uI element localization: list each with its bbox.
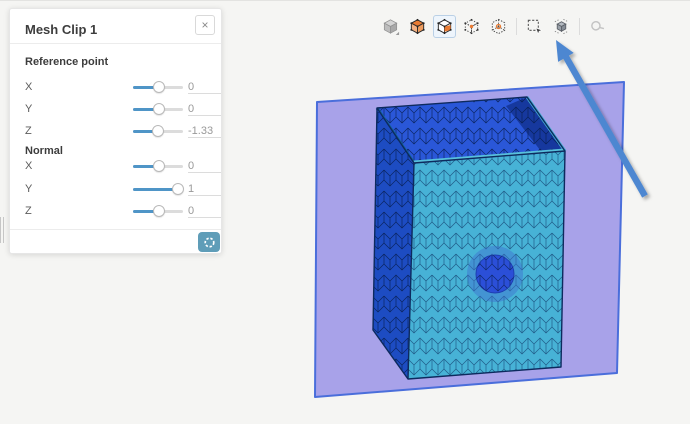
axis-label: Z [25,205,32,217]
row-refpoint-y: Y 0 [10,101,221,117]
divider [10,43,221,44]
axis-label: X [25,160,33,172]
row-normal-z: Z 0 [10,203,221,219]
axis-label: Y [25,103,33,115]
panel-edge-grip[interactable] [0,217,4,243]
close-icon[interactable]: × [195,15,215,35]
axis-label: Y [25,183,33,195]
panel-title: Mesh Clip 1 [25,22,98,37]
row-normal-x: X 0 [10,158,221,174]
mesh-box-front-face [408,151,565,379]
mesh-wireframe-icon[interactable] [433,15,456,38]
slider-handle[interactable] [152,125,164,137]
slider-handle[interactable] [153,160,165,172]
section-label-reference-point: Reference point [25,56,109,68]
update-clip-button[interactable] [198,232,220,252]
row-normal-y: Y 1 [10,181,221,197]
slider-handle[interactable] [153,205,165,217]
solid-view-icon[interactable] [379,15,402,38]
mesh-clip-panel: Mesh Clip 1 × Reference point X 0 Y 0 Z … [9,8,222,254]
row-refpoint-x: X 0 [10,79,221,95]
view-toolbar [379,15,609,38]
slider-handle[interactable] [153,81,165,93]
refpoint-y-slider[interactable] [133,101,183,117]
mesh-element-icon[interactable] [487,15,510,38]
refpoint-y-value-field[interactable]: 0 [188,101,221,116]
normal-z-value-field[interactable]: 0 [188,203,221,218]
mesh-points-icon[interactable] [460,15,483,38]
normal-y-value-field[interactable]: 1 [188,181,221,196]
normal-y-slider[interactable] [133,181,184,197]
normal-x-value-field[interactable]: 0 [188,158,221,173]
box-select-icon[interactable] [523,15,546,38]
zoom-icon[interactable] [586,15,609,38]
slider-handle[interactable] [153,103,165,115]
toolbar-separator [516,18,517,35]
divider [10,229,221,230]
mesh-clip-icon[interactable] [550,15,573,38]
refpoint-z-value-field[interactable]: -1.33 [188,123,221,138]
toolbar-separator [579,18,580,35]
normal-x-slider[interactable] [133,158,183,174]
section-label-normal: Normal [25,145,63,157]
refpoint-x-value-field[interactable]: 0 [188,79,221,94]
slider-handle[interactable] [172,183,184,195]
axis-label: Z [25,125,32,137]
mesh-surface-icon[interactable] [406,15,429,38]
refpoint-x-slider[interactable] [133,79,183,95]
refpoint-z-slider[interactable] [133,123,183,139]
refresh-icon [203,236,215,248]
normal-z-slider[interactable] [133,203,183,219]
axis-label: X [25,81,33,93]
row-refpoint-z: Z -1.33 [10,123,221,139]
